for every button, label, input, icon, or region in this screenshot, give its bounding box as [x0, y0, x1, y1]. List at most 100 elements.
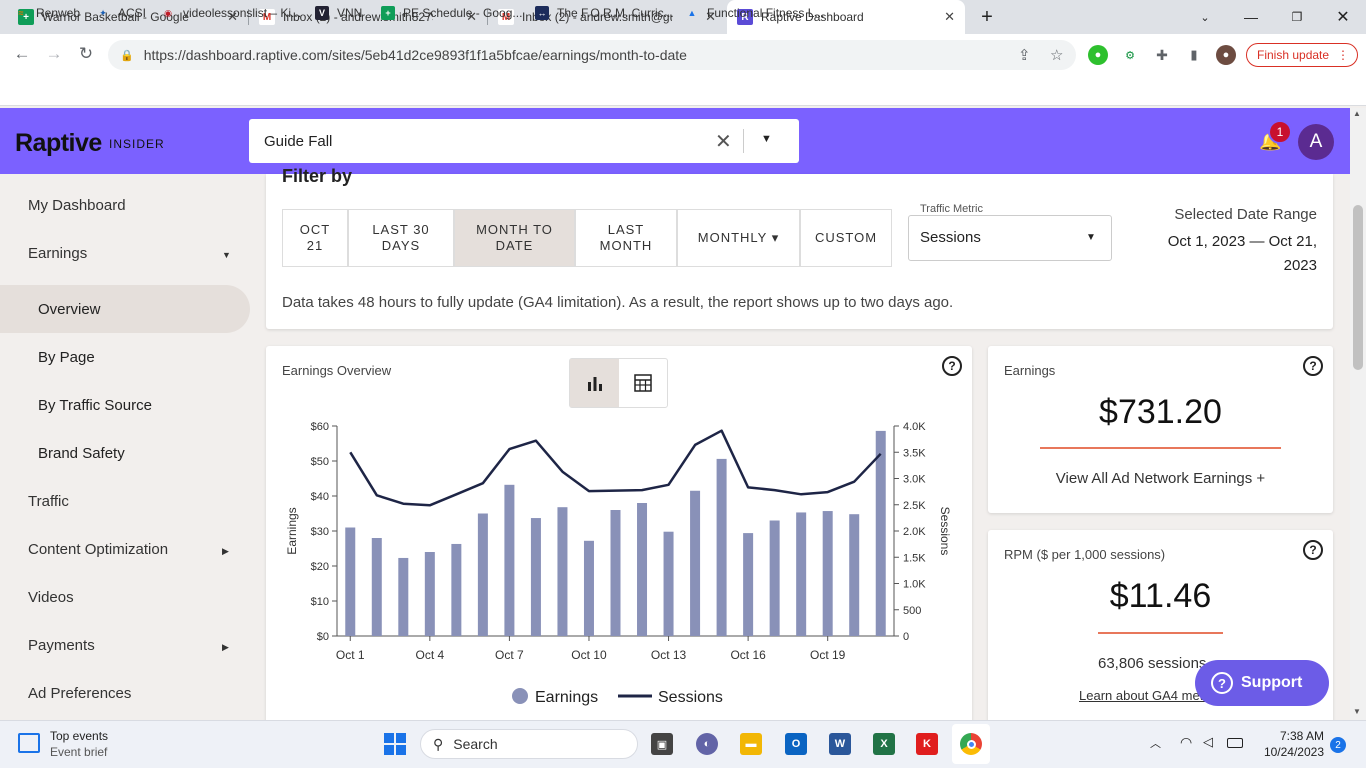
chevron-up-icon[interactable]: ︿ — [1150, 735, 1161, 751]
task-view-icon[interactable]: ▣ — [651, 733, 673, 755]
bookmark-renweb[interactable]: ≈ Renweb — [14, 6, 81, 20]
widget-title[interactable]: Top events — [50, 729, 108, 743]
help-icon[interactable]: ? — [1303, 540, 1323, 560]
side-panel-icon[interactable]: ▮ — [1184, 45, 1204, 65]
windows-logo — [384, 733, 406, 755]
learn-ga4-link[interactable]: Learn about GA4 metrics — [1079, 688, 1209, 703]
minimize-button[interactable]: — — [1228, 0, 1274, 34]
bookmark-label: PE Schedule - Goog... — [403, 6, 523, 20]
extension-tools-icon[interactable]: ⚙ — [1120, 45, 1140, 65]
chrome-icon-center — [966, 739, 976, 749]
finish-update-button[interactable]: Finish update ⋮ — [1246, 43, 1358, 67]
kahoot-icon[interactable]: K — [916, 733, 938, 755]
sidebar-item-by-traffic-source[interactable]: By Traffic Source — [38, 397, 152, 414]
forward-icon[interactable]: → — [42, 44, 66, 64]
extensions-puzzle-icon[interactable]: ✚ — [1152, 45, 1172, 65]
view-ad-network-earnings-link[interactable]: View All Ad Network Earnings + — [988, 470, 1333, 487]
extension-green-icon[interactable]: ● — [1088, 45, 1108, 65]
sidebar-item-my-dashboard[interactable]: My Dashboard — [28, 197, 126, 214]
table-view-button[interactable] — [619, 359, 667, 407]
close-icon[interactable]: ✕ — [944, 9, 955, 25]
traffic-metric-value: Sessions — [920, 229, 981, 246]
taskbar-search[interactable]: ⚲ Search — [420, 729, 638, 759]
close-window-button[interactable]: ✕ — [1320, 0, 1366, 34]
rpm-underline — [1098, 632, 1223, 634]
y-tick-label: $60 — [311, 421, 329, 433]
support-label: Support — [1241, 674, 1303, 691]
scroll-down-icon[interactable]: ▼ — [1353, 707, 1361, 716]
battery-icon[interactable] — [1227, 738, 1243, 748]
reload-icon[interactable]: ↻ — [74, 44, 98, 64]
tab-search-button[interactable]: ⌄ — [1182, 0, 1228, 34]
volume-icon[interactable]: ◁ — [1203, 734, 1213, 750]
widgets-icon[interactable] — [18, 733, 40, 753]
help-icon[interactable]: ? — [1303, 356, 1323, 376]
bar-chart-view-button[interactable] — [570, 359, 619, 407]
scrollbar-thumb[interactable] — [1353, 205, 1363, 370]
earnings-bar — [451, 543, 462, 636]
new-tab-button[interactable]: + — [964, 0, 1010, 34]
teams-chat-icon[interactable]: ◐ — [696, 733, 718, 755]
sidebar-item-brand-safety[interactable]: Brand Safety — [38, 445, 125, 462]
bookmark-functional-fitness[interactable]: ▲ Functional Fitness L... — [685, 6, 825, 20]
legend-earnings-label: Earnings — [535, 689, 598, 706]
support-button[interactable]: ? Support — [1195, 660, 1329, 706]
bookmark-star-icon[interactable]: ☆ — [1050, 46, 1063, 64]
word-icon[interactable]: W — [829, 733, 851, 755]
sidebar-item-overview[interactable]: Overview — [38, 301, 101, 318]
taskbar-search-label: Search — [453, 736, 498, 752]
outlook-icon[interactable]: O — [785, 733, 807, 755]
windows-start-icon[interactable] — [384, 733, 406, 755]
earnings-bar — [663, 531, 674, 636]
back-icon[interactable]: ← — [10, 44, 34, 64]
y2-tick-label: 500 — [903, 605, 921, 617]
x-tick-label: Oct 1 — [336, 648, 365, 662]
avatar[interactable]: A — [1298, 124, 1334, 160]
clear-icon[interactable]: ✕ — [715, 129, 732, 154]
notification-count-badge[interactable]: 2 — [1330, 737, 1346, 753]
sidebar-item-earnings[interactable]: Earnings — [28, 245, 87, 262]
filter-option-monthly[interactable]: MONTHLY ▾ — [677, 209, 800, 267]
page-scrollbar[interactable] — [1350, 108, 1366, 720]
chevron-down-icon[interactable]: ▼ — [761, 133, 772, 145]
scroll-up-icon[interactable]: ▲ — [1353, 109, 1361, 118]
excel-icon[interactable]: X — [873, 733, 895, 755]
legend-earnings-swatch — [512, 688, 528, 704]
clock-date[interactable]: 10/24/2023 — [1256, 745, 1324, 759]
bookmark-vnn[interactable]: V VNN — [315, 6, 362, 20]
filter-option-custom[interactable]: CUSTOM — [800, 209, 892, 267]
bookmark-acsi[interactable]: ✦ ACSI — [96, 6, 146, 20]
finish-update-label: Finish update — [1257, 48, 1330, 62]
filter-option-last-month[interactable]: LAST MONTH — [575, 209, 677, 267]
clock-time[interactable]: 7:38 AM — [1260, 729, 1324, 743]
sidebar-item-ad-preferences[interactable]: Ad Preferences — [28, 685, 131, 702]
y-axis-title: Earnings — [285, 507, 299, 554]
sidebar-item-payments[interactable]: Payments — [28, 637, 95, 654]
earnings-bar — [637, 503, 648, 636]
filter-option-oct-21[interactable]: OCT 21 — [282, 209, 348, 267]
earnings-bar — [557, 507, 568, 636]
profile-avatar-icon[interactable]: ● — [1216, 45, 1236, 65]
filter-option-month-to-date[interactable]: MONTH TO DATE — [454, 209, 575, 267]
file-explorer-icon[interactable]: ▬ — [740, 733, 762, 755]
chrome-icon[interactable] — [960, 733, 982, 755]
bookmark-videolessons[interactable]: ◉ videolessonslist – Ki... — [161, 6, 301, 20]
share-icon[interactable]: ⇪ — [1018, 46, 1031, 64]
sidebar-item-videos[interactable]: Videos — [28, 589, 74, 606]
site-search[interactable]: Guide Fall ✕ ▼ — [249, 119, 799, 163]
sidebar-item-traffic[interactable]: Traffic — [28, 493, 69, 510]
sidebar-item-content-optimization[interactable]: Content Optimization — [28, 541, 168, 558]
y-tick-label: $50 — [311, 456, 329, 468]
url-bar[interactable]: 🔒 https://dashboard.raptive.com/sites/5e… — [108, 40, 1076, 70]
bookmark-pe-schedule[interactable]: + PE Schedule - Goog... — [381, 6, 522, 20]
raptive-logo[interactable]: Raptive — [15, 129, 102, 158]
y-tick-label: $30 — [311, 526, 329, 538]
restore-button[interactable]: ❐ — [1274, 0, 1320, 34]
filter-option-last-30-days[interactable]: LAST 30 DAYS — [348, 209, 454, 267]
filter-option-label: LAST 30 DAYS — [372, 222, 429, 254]
sidebar-item-by-page[interactable]: By Page — [38, 349, 95, 366]
renweb-icon: ≈ — [18, 8, 24, 18]
bookmark-form-curriculum[interactable]: ↔ The F.O.R.M. Curric... — [535, 6, 674, 20]
help-icon[interactable]: ? — [942, 356, 962, 376]
wifi-icon[interactable]: ◠ — [1180, 734, 1192, 751]
